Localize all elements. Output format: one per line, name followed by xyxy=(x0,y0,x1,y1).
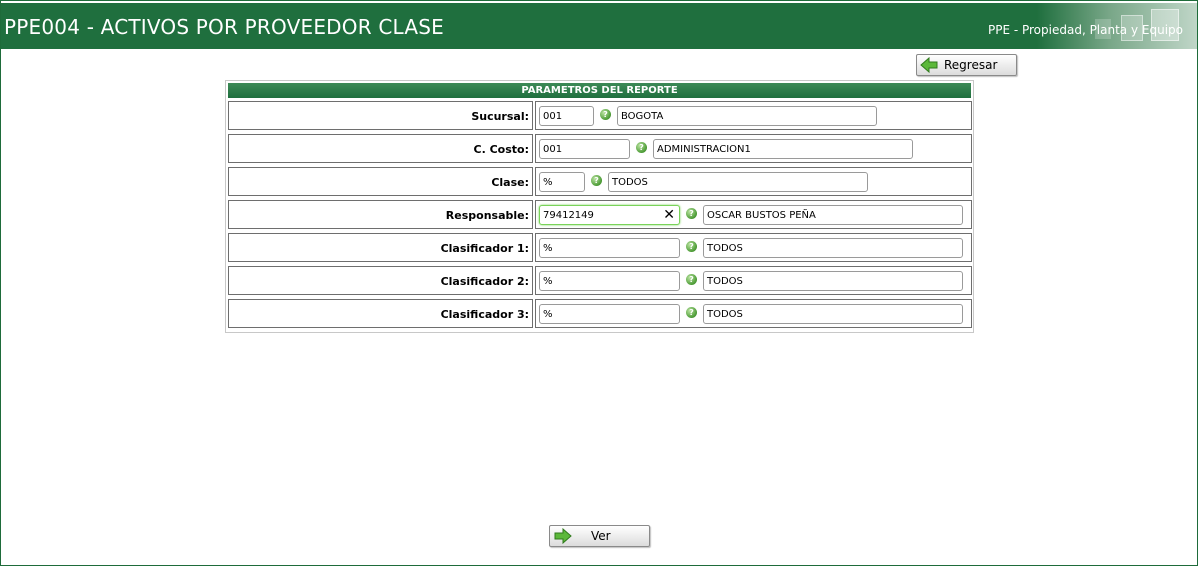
clasificador3-value-cell: % ? TODOS xyxy=(535,299,972,328)
view-report-button[interactable]: Ver xyxy=(549,525,650,547)
view-button-label: Ver xyxy=(591,529,611,543)
page-title: PPE004 - ACTIVOS POR PROVEEDOR CLASE xyxy=(4,15,444,39)
responsable-description-field: OSCAR BUSTOS PEÑA xyxy=(703,205,963,225)
responsable-label: Responsable: xyxy=(228,200,533,229)
clase-code-input[interactable]: % xyxy=(539,172,585,192)
responsable-code-text: 79412149 xyxy=(543,210,594,221)
sucursal-description-field: BOGOTA xyxy=(617,106,877,126)
back-button[interactable]: Regresar xyxy=(916,54,1017,76)
clasificador1-label: Clasificador 1: xyxy=(228,233,533,262)
clase-label: Clase: xyxy=(228,167,533,196)
help-icon[interactable]: ? xyxy=(600,109,611,120)
back-button-label: Regresar xyxy=(944,58,998,72)
clase-description-field: TODOS xyxy=(608,172,868,192)
help-icon[interactable]: ? xyxy=(686,307,697,318)
help-icon[interactable]: ? xyxy=(636,142,647,153)
costo-description-field: ADMINISTRACION1 xyxy=(653,139,913,159)
arrow-left-icon xyxy=(920,57,938,73)
costo-code-input[interactable]: 001 xyxy=(539,139,630,159)
clasificador2-value-cell: % ? TODOS xyxy=(535,266,972,295)
sucursal-code-input[interactable]: 001 xyxy=(539,106,594,126)
clasificador2-description-field: TODOS xyxy=(703,271,963,291)
clasificador1-description-field: TODOS xyxy=(703,238,963,258)
clasificador3-label: Clasificador 3: xyxy=(228,299,533,328)
help-icon[interactable]: ? xyxy=(686,274,697,285)
clear-icon[interactable]: ✕ xyxy=(663,206,675,224)
parameters-header: PARAMETROS DEL REPORTE xyxy=(228,83,971,98)
clasificador2-code-input[interactable]: % xyxy=(539,271,680,291)
clasificador3-code-input[interactable]: % xyxy=(539,304,680,324)
costo-label: C. Costo: xyxy=(228,134,533,163)
module-name: PPE - Propiedad, Planta y Equipo xyxy=(987,23,1183,37)
responsable-value-cell: 79412149 ✕ ? OSCAR BUSTOS PEÑA xyxy=(535,200,972,229)
help-icon[interactable]: ? xyxy=(686,208,697,219)
clasificador2-label: Clasificador 2: xyxy=(228,266,533,295)
costo-value-cell: 001 ? ADMINISTRACION1 xyxy=(535,134,972,163)
help-icon[interactable]: ? xyxy=(591,175,602,186)
clase-value-cell: % ? TODOS xyxy=(535,167,972,196)
clasificador3-description-field: TODOS xyxy=(703,304,963,324)
sucursal-label: Sucursal: xyxy=(228,101,533,130)
responsable-code-input[interactable]: 79412149 ✕ xyxy=(539,205,680,225)
arrow-right-icon xyxy=(554,528,572,544)
clasificador1-code-input[interactable]: % xyxy=(539,238,680,258)
clasificador1-value-cell: % ? TODOS xyxy=(535,233,972,262)
sucursal-value-cell: 001 ? BOGOTA xyxy=(535,101,972,130)
help-icon[interactable]: ? xyxy=(686,241,697,252)
page-header: PPE004 - ACTIVOS POR PROVEEDOR CLASE PPE… xyxy=(1,3,1197,49)
report-parameters-panel: PARAMETROS DEL REPORTE Sucursal: 001 ? B… xyxy=(225,80,974,333)
